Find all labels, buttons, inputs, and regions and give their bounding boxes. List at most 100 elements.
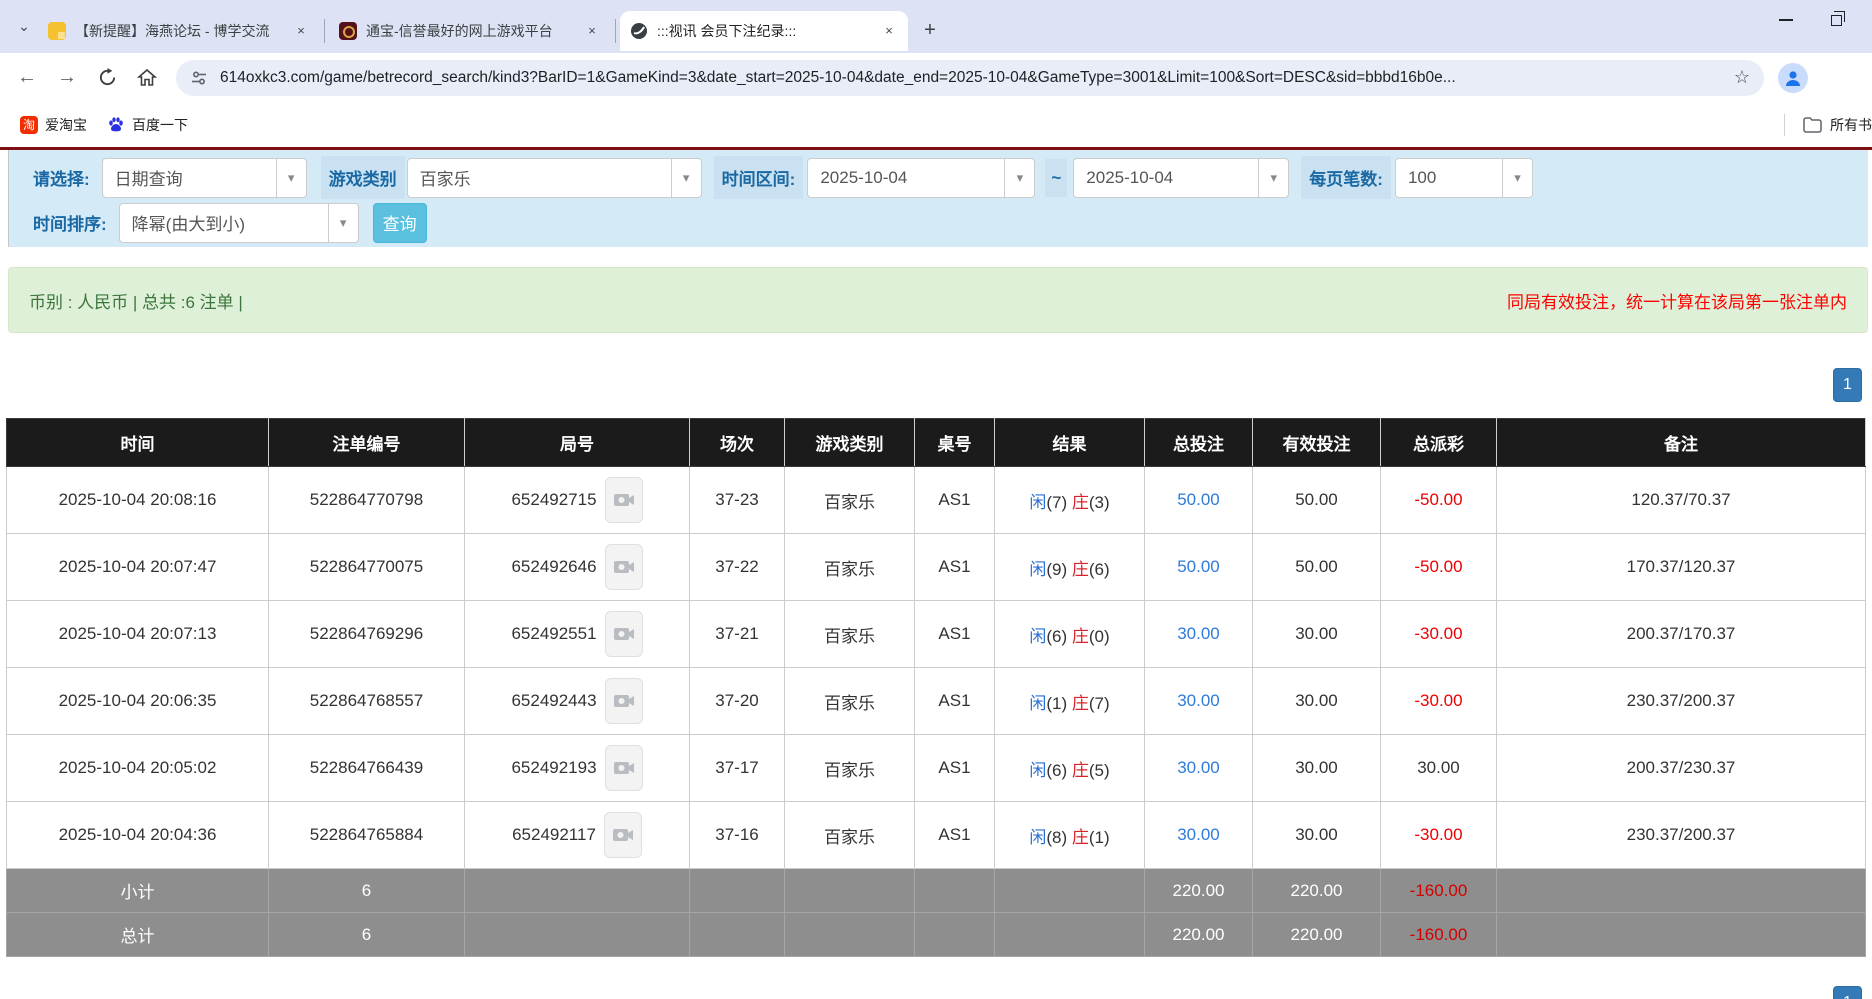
table-header: 时间 注单编号 局号 场次 游戏类别 桌号 结果 总投注 有效投注 总派彩 备注 [7, 419, 1866, 467]
query-button[interactable]: 查询 [373, 203, 427, 243]
subtotal-valid-bet: 220.00 [1253, 869, 1381, 913]
cell-table-no: AS1 [915, 601, 995, 668]
new-tab-button[interactable]: + [916, 17, 944, 45]
video-replay-button[interactable] [605, 745, 643, 791]
col-session: 场次 [690, 419, 785, 467]
back-icon[interactable]: ← [14, 65, 40, 91]
cell-payout: -30.00 [1381, 802, 1497, 869]
bookmark-taobao[interactable]: 淘 爱淘宝 [20, 115, 87, 135]
cell-valid-bet: 50.00 [1253, 534, 1381, 601]
col-time: 时间 [7, 419, 269, 467]
url-text[interactable]: 614oxkc3.com/game/betrecord_search/kind3… [220, 69, 1724, 87]
cell-total-bet[interactable]: 50.00 [1145, 534, 1253, 601]
cell-total-bet[interactable]: 30.00 [1145, 735, 1253, 802]
date-end-select[interactable]: 2025-10-04 ▾ [1073, 158, 1289, 198]
pagination-page-1-top[interactable]: 1 [1833, 368, 1862, 402]
cell-time: 2025-10-04 20:05:02 [7, 735, 269, 802]
cell-game: 百家乐 [785, 735, 915, 802]
video-replay-button[interactable] [605, 678, 643, 724]
cell-valid-bet: 30.00 [1253, 802, 1381, 869]
cell-total-bet[interactable]: 30.00 [1145, 601, 1253, 668]
site-settings-tune-icon[interactable] [190, 69, 208, 87]
video-replay-button[interactable] [605, 477, 643, 523]
video-replay-button[interactable] [605, 611, 643, 657]
chevron-down-icon: ▾ [276, 159, 306, 197]
tab-search-chevron-icon[interactable]: ⌄ [10, 13, 38, 41]
cell-total-bet[interactable]: 30.00 [1145, 802, 1253, 869]
bet-records-table: 时间 注单编号 局号 场次 游戏类别 桌号 结果 总投注 有效投注 总派彩 备注… [6, 418, 1866, 957]
cell-payout: -50.00 [1381, 467, 1497, 534]
folder-icon [1803, 117, 1822, 133]
cell-game: 百家乐 [785, 802, 915, 869]
browser-toolbar: ← → 614oxkc3.com/game/betrecord_search/k… [0, 53, 1872, 102]
minimize-icon[interactable] [1779, 19, 1793, 21]
cell-result: 闲(6) 庄(5) [995, 735, 1145, 802]
cell-session: 37-22 [690, 534, 785, 601]
filter-label-time-range: 时间区间: [714, 156, 804, 199]
chevron-down-icon: ▾ [1502, 159, 1532, 197]
cell-result: 闲(7) 庄(3) [995, 467, 1145, 534]
table-row: 2025-10-04 20:06:35 522864768557 6524924… [7, 668, 1866, 735]
cell-session: 37-23 [690, 467, 785, 534]
cell-session: 37-21 [690, 601, 785, 668]
cell-bet-no: 522864770798 [269, 467, 465, 534]
tab-strip: ⌄ 【新提醒】海燕论坛 - 博学交流 × 通宝-信誉最好的网上游戏平台 × ::… [0, 0, 1872, 53]
game-kind-select[interactable]: 百家乐 ▾ [407, 158, 702, 198]
date-mode-select[interactable]: 日期查询 ▾ [102, 158, 307, 198]
pagination-page-1-bottom[interactable]: 1 [1833, 986, 1862, 999]
cell-payout: -50.00 [1381, 534, 1497, 601]
forward-icon[interactable]: → [54, 65, 80, 91]
filter-label-game-kind: 游戏类别 [321, 156, 405, 199]
profile-avatar[interactable] [1778, 63, 1808, 93]
tab-divider [615, 19, 616, 43]
cell-note: 230.37/200.37 [1497, 668, 1866, 735]
chevron-down-icon: ▾ [671, 159, 701, 197]
date-start-select[interactable]: 2025-10-04 ▾ [807, 158, 1035, 198]
url-bar[interactable]: 614oxkc3.com/game/betrecord_search/kind3… [176, 60, 1764, 96]
reload-icon[interactable] [94, 65, 120, 91]
tab-tongbao[interactable]: 通宝-信誉最好的网上游戏平台 × [329, 11, 611, 51]
tab-bet-records-active[interactable]: :::视讯 会员下注纪录::: × [620, 11, 908, 51]
time-sort-select[interactable]: 降幂(由大到小) ▾ [119, 203, 359, 243]
filter-panel: 请选择: 日期查询 ▾ 游戏类别 百家乐 ▾ 时间区间: 2025-10-04 … [8, 150, 1868, 247]
all-bookmarks[interactable]: 所有书 [1784, 102, 1872, 147]
bookmarks-bar: 淘 爱淘宝 百度一下 所有书 [0, 102, 1872, 147]
cell-bet-no: 522864770075 [269, 534, 465, 601]
subtotal-count: 6 [269, 869, 465, 913]
filter-row-1: 请选择: 日期查询 ▾ 游戏类别 百家乐 ▾ 时间区间: 2025-10-04 … [25, 157, 1868, 198]
total-valid-bet: 220.00 [1253, 913, 1381, 957]
bookmark-baidu[interactable]: 百度一下 [107, 115, 188, 135]
taobao-icon: 淘 [20, 116, 38, 134]
cell-table-no: AS1 [915, 668, 995, 735]
cell-payout: -30.00 [1381, 668, 1497, 735]
bookmarks-divider [1784, 114, 1785, 136]
per-page-select[interactable]: 100 ▾ [1395, 158, 1533, 198]
cell-session: 37-17 [690, 735, 785, 802]
video-replay-button[interactable] [604, 812, 642, 858]
cell-bet-no: 522864768557 [269, 668, 465, 735]
close-icon[interactable]: × [880, 22, 898, 40]
close-icon[interactable]: × [583, 22, 601, 40]
document-favicon-icon [48, 22, 66, 40]
video-replay-button[interactable] [605, 544, 643, 590]
tab-title: 【新提醒】海燕论坛 - 博学交流 [75, 21, 284, 41]
subtotal-label: 小计 [7, 869, 269, 913]
bookmark-label: 百度一下 [132, 115, 188, 135]
cell-total-bet[interactable]: 30.00 [1145, 668, 1253, 735]
total-total-bet: 220.00 [1145, 913, 1253, 957]
home-icon[interactable] [134, 65, 160, 91]
col-game-kind: 游戏类别 [785, 419, 915, 467]
cell-payout: -30.00 [1381, 601, 1497, 668]
restore-icon[interactable] [1831, 15, 1842, 26]
chevron-down-icon: ▾ [1258, 159, 1288, 197]
filter-label-sort: 时间排序: [25, 201, 115, 244]
cell-time: 2025-10-04 20:07:47 [7, 534, 269, 601]
bookmark-star-icon[interactable]: ☆ [1734, 67, 1750, 88]
summary-info-bar: 币别 : 人民币 | 总共 :6 注单 | 同局有效投注，统一计算在该局第一张注… [8, 267, 1868, 333]
bookmark-label: 爱淘宝 [45, 115, 87, 135]
cell-total-bet[interactable]: 50.00 [1145, 467, 1253, 534]
tab-haiyan-forum[interactable]: 【新提醒】海燕论坛 - 博学交流 × [38, 11, 320, 51]
table-row: 2025-10-04 20:08:16 522864770798 6524927… [7, 467, 1866, 534]
cell-time: 2025-10-04 20:08:16 [7, 467, 269, 534]
close-icon[interactable]: × [292, 22, 310, 40]
